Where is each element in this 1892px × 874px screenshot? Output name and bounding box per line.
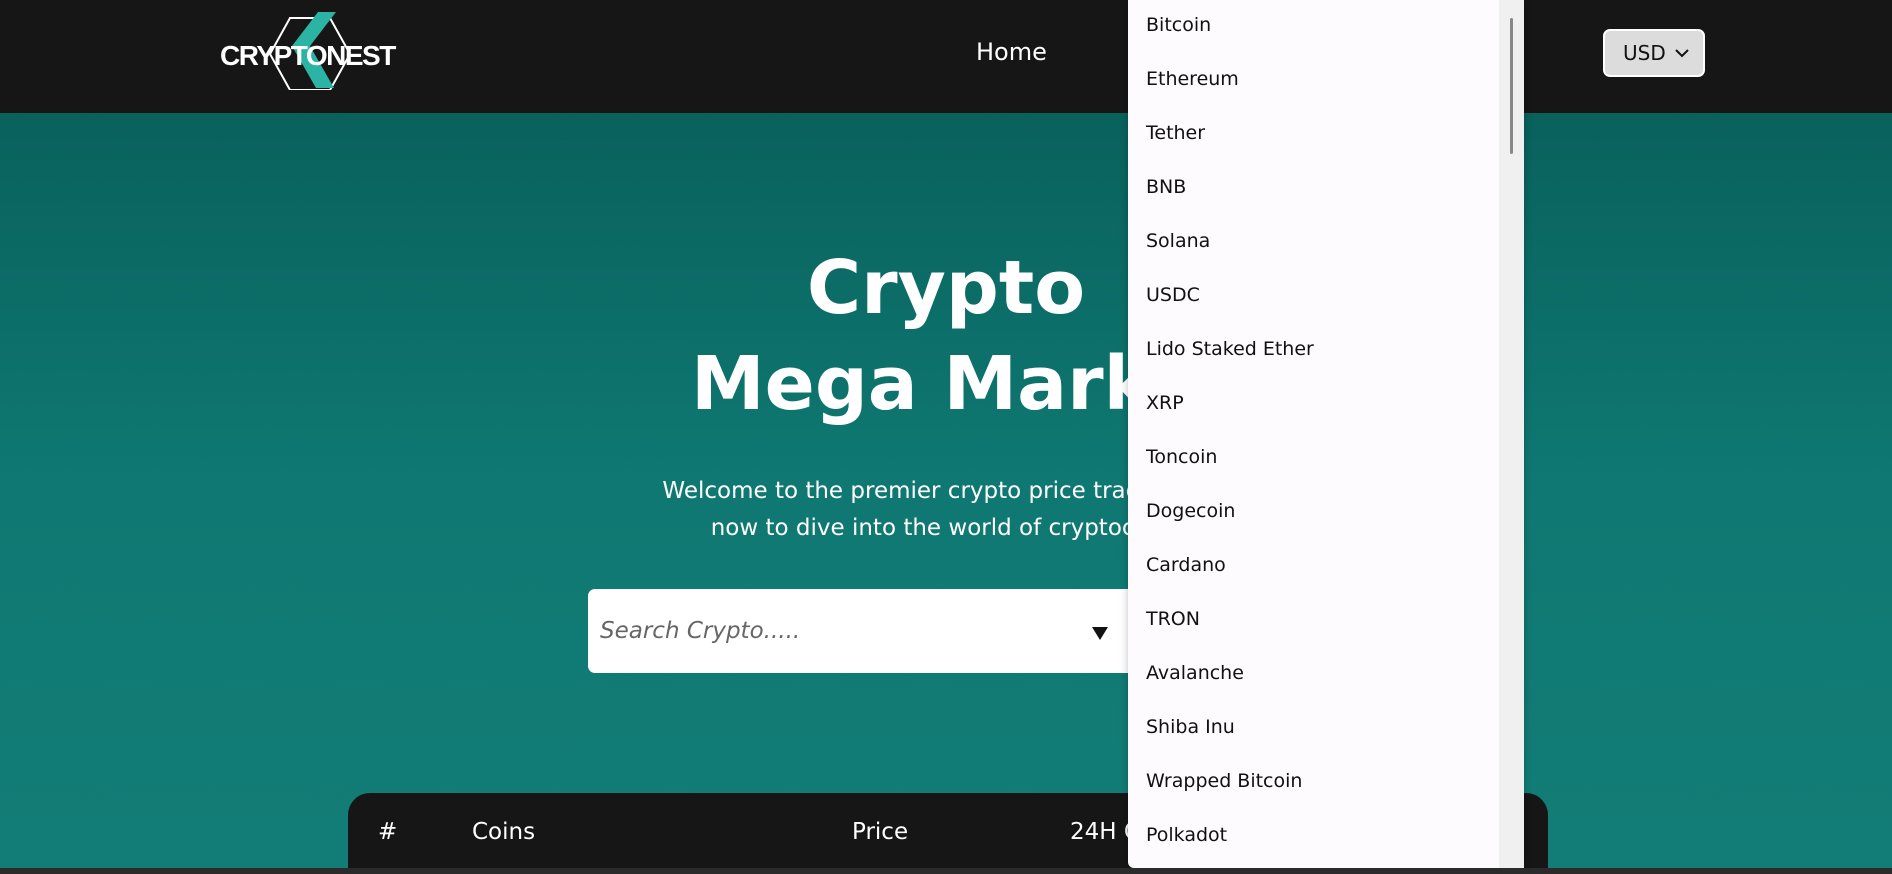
dropdown-item[interactable]: Polkadot (1146, 824, 1227, 846)
dropdown-item[interactable]: XRP (1146, 392, 1184, 414)
hero-title-line2: Mega Marke (691, 341, 1201, 427)
dropdown-item[interactable]: Toncoin (1146, 446, 1217, 468)
search-input[interactable] (600, 611, 1060, 651)
dropdown-item[interactable]: Cardano (1146, 554, 1226, 576)
dropdown-item[interactable]: USDC (1146, 284, 1200, 306)
col-header-rank: # (378, 819, 398, 845)
col-header-coins: Coins (472, 819, 536, 845)
dropdown-item[interactable]: Tether (1146, 122, 1205, 144)
dropdown-item[interactable]: Solana (1146, 230, 1210, 252)
search-box (588, 589, 1148, 673)
bottom-edge (0, 868, 1892, 874)
dropdown-item[interactable]: Dogecoin (1146, 500, 1235, 522)
nav-link-home[interactable]: Home (976, 38, 1047, 66)
col-header-price: Price (852, 819, 909, 845)
hero-subtitle: Welcome to the premier crypto price trac… (0, 473, 1892, 547)
dropdown-item[interactable]: Ethereum (1146, 68, 1239, 90)
dropdown-item[interactable]: Lido Staked Ether (1146, 338, 1314, 360)
currency-select[interactable]: USD (1603, 29, 1705, 77)
dropdown-item[interactable]: BNB (1146, 176, 1186, 198)
dropdown-item[interactable]: Shiba Inu (1146, 716, 1235, 738)
currency-value: USD (1623, 41, 1666, 65)
hero-title-line1: Crypto (806, 245, 1086, 331)
dropdown-item[interactable]: Wrapped Bitcoin (1146, 770, 1302, 792)
dropdown-item[interactable]: TRON (1146, 608, 1200, 630)
dropdown-item[interactable]: Avalanche (1146, 662, 1244, 684)
hero-title: Crypto Mega Marke (0, 240, 1892, 432)
hero-subtitle-line2: now to dive into the world of cryptocurr… (710, 515, 1182, 541)
dropdown-item[interactable]: Bitcoin (1146, 14, 1211, 36)
coin-suggestion-dropdown: Bitcoin Ethereum Tether BNB Solana USDC … (1128, 0, 1524, 868)
navbar: CRYPTONEST Home USD (0, 0, 1892, 113)
dropdown-scroll-thumb[interactable] (1510, 18, 1513, 154)
chevron-down-icon (1675, 49, 1689, 58)
logo-text: CRYPTONEST (220, 40, 396, 71)
hero-subtitle-line1: Welcome to the premier crypto price trac… (662, 478, 1230, 504)
dropdown-arrow-icon[interactable] (1090, 625, 1110, 641)
logo[interactable]: CRYPTONEST (220, 10, 396, 90)
